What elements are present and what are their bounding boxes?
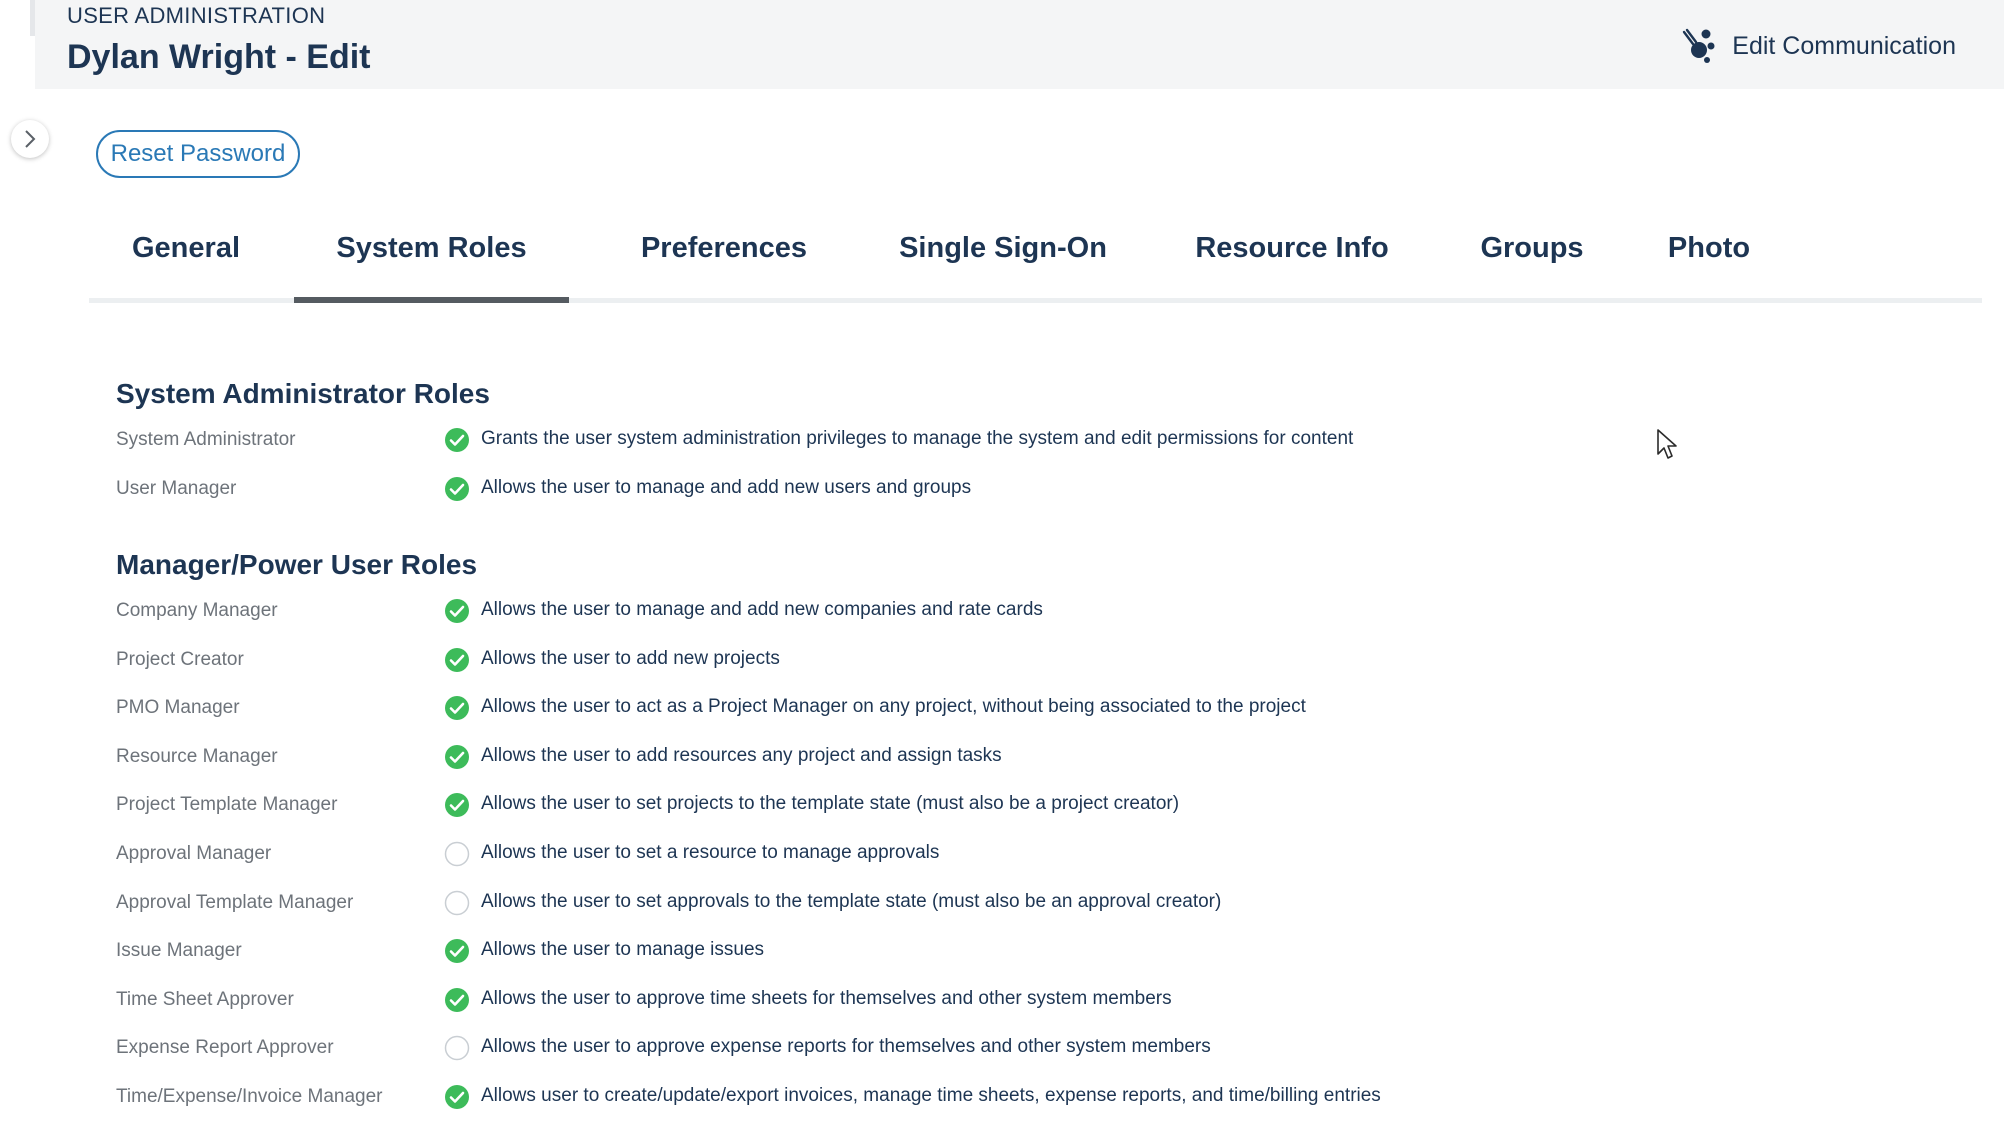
role-row-project-template-manager: Project Template Manager Allows the user …	[116, 786, 1916, 826]
role-name: Time Sheet Approver	[116, 988, 294, 1010]
tab-general[interactable]: General	[116, 226, 256, 296]
header-left-strip	[0, 0, 35, 89]
section-title-system-admin: System Administrator Roles	[116, 378, 490, 409]
role-row-issue-manager: Issue Manager Allows the user to manage i…	[116, 932, 1916, 972]
sidebar-toggle-button[interactable]	[11, 120, 49, 158]
tab-label: General	[132, 232, 240, 264]
role-row-time-expense-invoice-manager: Time/Expense/Invoice Manager Allows user …	[116, 1078, 1916, 1118]
chevron-right-icon	[25, 130, 36, 148]
role-row-expense-report-approver: Expense Report Approver Allows the user t…	[116, 1029, 1916, 1069]
role-description: Allows the user to set projects to the t…	[481, 793, 1180, 815]
role-checkbox-checked-icon[interactable]	[444, 476, 470, 502]
role-checkbox-checked-icon[interactable]	[444, 792, 470, 818]
reset-password-button[interactable]: Reset Password	[96, 130, 300, 178]
role-checkbox-checked-icon[interactable]	[444, 938, 470, 964]
tab-system-roles[interactable]: System Roles	[294, 226, 569, 303]
role-description: Allows the user to add resources any pro…	[481, 744, 1002, 766]
role-description: Grants the user system administration pr…	[481, 428, 1354, 449]
role-name: Time/Expense/Invoice Manager	[116, 1086, 383, 1107]
role-row-approval-manager: Approval Manager Allows the user to set a…	[116, 835, 1916, 875]
role-checkbox-checked-icon[interactable]	[444, 1084, 470, 1110]
role-checkbox-checked-icon[interactable]	[444, 695, 470, 721]
tab-groups[interactable]: Groups	[1432, 226, 1632, 296]
role-row-time-sheet-approver: Time Sheet Approver Allows the user to ap…	[116, 981, 1916, 1021]
role-row-pmo-manager: PMO Manager Allows the user to act as a P…	[116, 689, 1916, 729]
tab-preferences[interactable]: Preferences	[609, 226, 839, 296]
role-name: Resource Manager	[116, 745, 278, 767]
role-name: PMO Manager	[116, 697, 240, 719]
page-title: Dylan Wright - Edit	[67, 38, 371, 76]
role-row-user-manager: User Manager Allows the user to manage an…	[116, 470, 1916, 510]
role-checkbox-checked-icon[interactable]	[444, 987, 470, 1013]
role-name: Company Manager	[116, 600, 278, 621]
role-checkbox-checked-icon[interactable]	[444, 647, 470, 673]
role-row-approval-template-manager: Approval Template Manager Allows the user…	[116, 884, 1916, 924]
role-name: Issue Manager	[116, 940, 242, 962]
role-name: Approval Template Manager	[116, 891, 354, 913]
role-name: Project Creator	[116, 648, 244, 670]
role-checkbox-unchecked-icon[interactable]	[444, 890, 470, 916]
role-description: Allows the user to approve expense repor…	[481, 1036, 1211, 1058]
edit-communication-button[interactable]: Edit Communication	[1680, 26, 1956, 66]
role-checkbox-checked-icon[interactable]	[444, 744, 470, 770]
tab-label: Photo	[1667, 232, 1751, 264]
tab-label: Resource Info	[1195, 232, 1389, 264]
page-header: USER ADMINISTRATION Dylan Wright - Edit …	[0, 0, 2004, 89]
tab-label: Preferences	[640, 232, 808, 264]
role-name: Expense Report Approver	[116, 1037, 334, 1059]
role-description: Allows the user to act as a Project Mana…	[481, 696, 1306, 718]
tab-bar: General System Roles Preferences Single …	[89, 226, 1982, 303]
tab-label: Single Sign-On	[899, 232, 1107, 264]
role-checkbox-checked-icon[interactable]	[444, 427, 470, 453]
tab-label: Groups	[1480, 232, 1584, 264]
communication-icon	[1683, 28, 1715, 63]
role-description: Allows the user to add new projects	[481, 647, 780, 669]
tab-label: System Roles	[336, 232, 527, 264]
role-row-company-manager: Company Manager Allows the user to manage…	[116, 592, 1916, 632]
tab-resource-info[interactable]: Resource Info	[1157, 226, 1427, 296]
mouse-cursor-icon	[1657, 429, 1677, 459]
role-checkbox-checked-icon[interactable]	[444, 598, 470, 624]
role-row-resource-manager: Resource Manager Allows the user to add r…	[116, 738, 1916, 778]
role-checkbox-unchecked-icon[interactable]	[444, 841, 470, 867]
role-name: User Manager	[116, 478, 237, 499]
role-name: Approval Manager	[116, 843, 272, 864]
role-description: Allows the user to set a resource to man…	[481, 842, 940, 863]
role-row-system-administrator: System Administrator Grants the user syst…	[116, 421, 1916, 461]
role-name: Project Template Manager	[116, 794, 338, 816]
role-description: Allows the user to manage and add new co…	[481, 599, 1043, 620]
role-checkbox-unchecked-icon[interactable]	[444, 1035, 470, 1061]
tab-photo[interactable]: Photo	[1624, 226, 1794, 296]
edit-communication-label: Edit Communication	[1732, 31, 1956, 60]
role-row-project-creator: Project Creator Allows the user to add ne…	[116, 641, 1916, 681]
role-name: System Administrator	[116, 429, 296, 450]
section-title-manager-power-user: Manager/Power User Roles	[116, 549, 478, 580]
breadcrumb: USER ADMINISTRATION	[67, 3, 326, 28]
role-description: Allows user to create/update/export invo…	[481, 1085, 1381, 1106]
tab-single-sign-on[interactable]: Single Sign-On	[867, 226, 1139, 296]
role-description: Allows the user to approve time sheets f…	[481, 987, 1172, 1009]
role-description: Allows the user to manage and add new us…	[481, 477, 972, 498]
role-description: Allows the user to set approvals to the …	[481, 890, 1222, 912]
role-description: Allows the user to manage issues	[481, 939, 765, 961]
